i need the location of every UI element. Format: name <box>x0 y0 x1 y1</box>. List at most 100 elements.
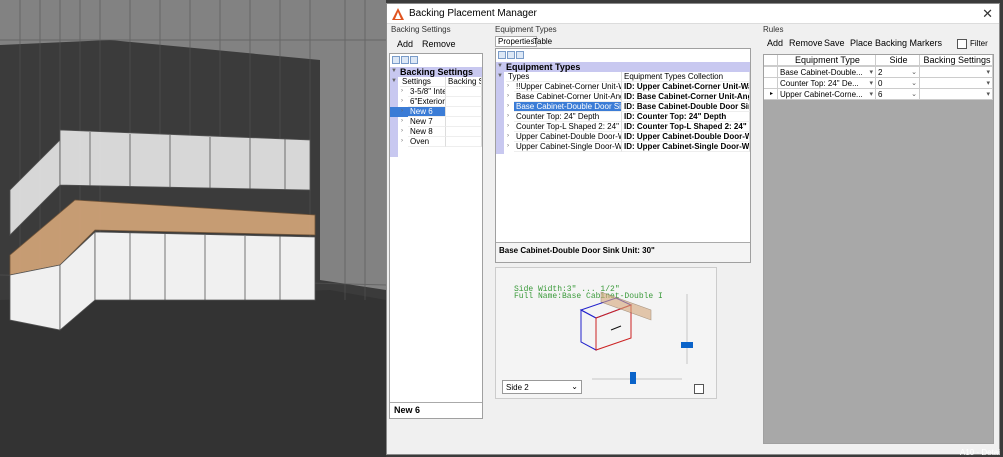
row-indicator <box>764 67 778 78</box>
rules-add-button[interactable]: Add <box>767 38 783 48</box>
filter-label: Filter <box>970 39 988 48</box>
vertical-slider-thumb[interactable] <box>681 342 693 348</box>
col-types: Types <box>506 72 622 82</box>
pages-icon[interactable] <box>516 51 524 59</box>
rule-equipment-cell[interactable]: Counter Top: 24" De... ▾ <box>778 78 876 89</box>
dropdown-icon[interactable]: ▾ <box>869 89 873 99</box>
equipment-type-row[interactable]: › Upper Cabinet-Double Door-Wal ID: Upper … <box>496 132 750 142</box>
rule-row[interactable]: Counter Top: 24" De... ▾ 0 ⌄ ▾ <box>764 78 993 89</box>
row-indicator <box>764 78 778 89</box>
close-icon[interactable]: ✕ <box>982 6 993 22</box>
chevron-down-icon: ⌄ <box>571 382 578 391</box>
side-select[interactable]: Side 2 ⌄ <box>502 380 582 394</box>
rule-backing-cell[interactable]: ▾ <box>920 78 993 89</box>
setting-value[interactable] <box>446 97 482 107</box>
preview-checkbox[interactable] <box>694 384 704 394</box>
horizontal-slider-thumb[interactable] <box>630 372 636 384</box>
categorized-icon[interactable] <box>498 51 506 59</box>
backing-setting-item[interactable]: › New 6 <box>390 107 482 117</box>
setting-value[interactable] <box>446 107 482 117</box>
expand-icon[interactable]: ▼ <box>497 73 503 79</box>
expand-icon[interactable]: › <box>401 128 403 134</box>
rule-row[interactable]: Base Cabinet-Double... ▾ 2 ⌄ ▾ <box>764 67 993 78</box>
backing-toolbar-icons <box>392 56 419 65</box>
rule-backing-cell[interactable]: ▾ <box>920 67 993 78</box>
setting-value[interactable] <box>446 137 482 147</box>
pages-icon[interactable] <box>410 56 418 64</box>
dropdown-icon[interactable]: ▾ <box>986 89 990 99</box>
equipment-type-row[interactable]: › Base Cabinet-Double Door Sink ID: Base C… <box>496 102 750 112</box>
backing-setting-item[interactable]: › 3-5/8" Interi <box>390 87 482 97</box>
expand-icon[interactable]: › <box>507 113 509 119</box>
equipment-types-rows: ▼ Types Equipment Types Collection › !!Up… <box>496 72 750 154</box>
equipment-type-row[interactable]: › Upper Cabinet-Single Door-Wall ID: Upper… <box>496 142 750 152</box>
setting-name: 6"ExteriorW <box>408 97 446 107</box>
expand-icon[interactable]: › <box>401 138 403 144</box>
backing-settings-footer: New 6 <box>390 402 482 418</box>
rules-remove-button[interactable]: Remove <box>789 38 823 48</box>
chevron-down-icon[interactable]: ⌄ <box>911 89 917 99</box>
expand-icon[interactable]: › <box>401 118 403 124</box>
backing-add-button[interactable]: Add <box>397 39 413 49</box>
setting-value[interactable] <box>446 117 482 127</box>
dropdown-icon[interactable]: ▾ <box>869 78 873 88</box>
equipment-type-row[interactable]: › Counter Top: 24" Depth ID: Counter Top: … <box>496 112 750 122</box>
sort-icon[interactable] <box>401 56 409 64</box>
rule-side-cell[interactable]: 6 ⌄ <box>876 89 920 100</box>
filter-checkbox[interactable] <box>957 39 967 49</box>
equipment-type-id: ID: Counter Top: 24" Depth <box>622 112 750 122</box>
expand-icon[interactable]: ▼ <box>391 78 397 84</box>
chevron-down-icon[interactable]: ⌄ <box>911 78 917 88</box>
expand-icon[interactable]: › <box>401 108 403 114</box>
rule-side-cell[interactable]: 0 ⌄ <box>876 78 920 89</box>
backing-setting-item[interactable]: › 6"ExteriorW <box>390 97 482 107</box>
rules-save-button[interactable]: Save <box>824 38 845 48</box>
rules-group-label: Rules <box>763 25 784 34</box>
place-backing-markers-button[interactable]: Place Backing Markers <box>850 38 942 48</box>
expand-icon[interactable]: › <box>507 103 509 109</box>
expand-icon[interactable]: › <box>507 83 509 89</box>
backing-setting-item[interactable]: › New 7 <box>390 117 482 127</box>
backing-settings-group-label: Backing Settings <box>391 25 451 34</box>
title-bar[interactable]: Backing Placement Manager ✕ <box>387 4 999 24</box>
expand-icon[interactable]: › <box>507 143 509 149</box>
sort-icon[interactable] <box>507 51 515 59</box>
expand-icon[interactable]: › <box>401 98 403 104</box>
setting-value[interactable] <box>446 127 482 137</box>
collapse-icon[interactable]: ▼ <box>391 68 397 74</box>
expand-icon[interactable]: › <box>507 133 509 139</box>
window-title: Backing Placement Manager <box>409 8 537 19</box>
backing-setting-item[interactable]: › Oven <box>390 137 482 147</box>
col-side: Side <box>876 55 920 66</box>
backing-settings-rows: ▼ Settings Backing Se › 3-5/8" Interi › 6"E… <box>390 77 482 157</box>
chevron-down-icon[interactable]: ⌄ <box>911 67 917 77</box>
dropdown-icon[interactable]: ▾ <box>986 78 990 88</box>
setting-name: Oven <box>408 137 446 147</box>
dropdown-icon[interactable]: ▾ <box>869 67 873 77</box>
rule-backing-cell[interactable]: ▾ <box>920 89 993 100</box>
tab-properties[interactable]: Properties <box>495 36 538 47</box>
equipment-type-row[interactable]: › Base Cabinet-Corner Unit-Angle ID: Base … <box>496 92 750 102</box>
backing-settings-header[interactable]: ▼ Backing Settings <box>390 67 482 77</box>
equipment-types-header[interactable]: ▼ Equipment Types <box>496 62 750 72</box>
collapse-icon[interactable]: ▼ <box>497 63 503 69</box>
backing-settings-grid: ▼ Backing Settings ▼ Settings Backing Se… <box>389 53 483 419</box>
categorized-icon[interactable] <box>392 56 400 64</box>
equipment-type-id: ID: Counter Top-L Shaped 2: 24" De <box>622 122 750 132</box>
backing-remove-button[interactable]: Remove <box>422 39 456 49</box>
rule-side-cell[interactable]: 2 ⌄ <box>876 67 920 78</box>
setting-value[interactable] <box>446 87 482 97</box>
rule-row[interactable]: ▸ Upper Cabinet-Corne... ▾ 6 ⌄ ▾ <box>764 89 993 100</box>
tab-table[interactable]: Table <box>533 37 552 46</box>
rule-equipment-cell[interactable]: Base Cabinet-Double... ▾ <box>778 67 876 78</box>
backing-setting-item[interactable]: › New 8 <box>390 127 482 137</box>
expand-icon[interactable]: › <box>507 123 509 129</box>
equipment-type-row[interactable]: › !!Upper Cabinet-Corner Unit-Wa ID: Upper… <box>496 82 750 92</box>
expand-icon[interactable]: › <box>507 93 509 99</box>
expand-icon[interactable]: › <box>401 88 403 94</box>
equipment-type-name: Counter Top: 24" Depth <box>514 112 622 122</box>
equipment-type-row[interactable]: › Counter Top-L Shaped 2: 24" De ID: Count… <box>496 122 750 132</box>
dropdown-icon[interactable]: ▾ <box>986 67 990 77</box>
rule-equipment-cell[interactable]: Upper Cabinet-Corne... ▾ <box>778 89 876 100</box>
rules-grid: Equipment Type Side Backing Settings Bas… <box>763 54 994 444</box>
